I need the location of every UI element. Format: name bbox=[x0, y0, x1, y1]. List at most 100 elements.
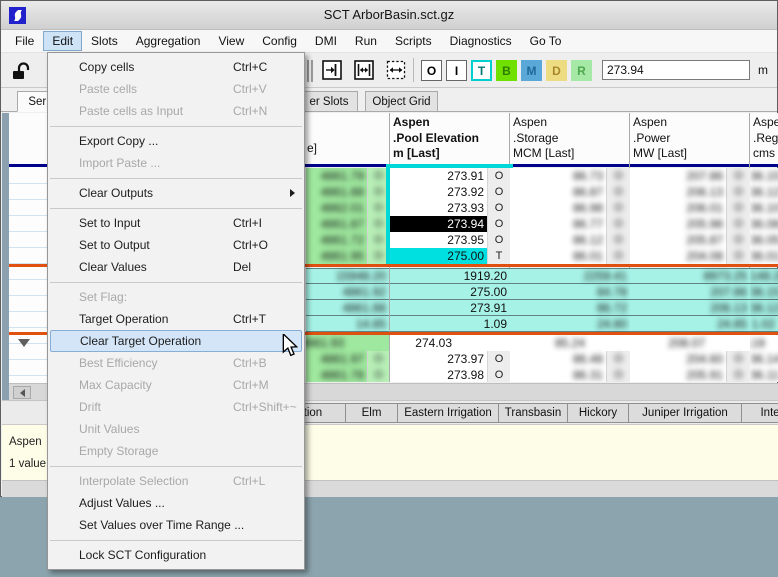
selected-value-cell[interactable]: 273.94 bbox=[390, 216, 487, 232]
scroll-left-button[interactable] bbox=[13, 386, 31, 399]
object-tab-inter[interactable]: Inter bbox=[741, 403, 778, 423]
obscured-value-cell[interactable]: 206.13 bbox=[630, 184, 726, 200]
value-cell[interactable]: 275.00 bbox=[390, 248, 487, 264]
flag-cell[interactable]: T bbox=[487, 248, 510, 264]
expand-range-button[interactable] bbox=[383, 57, 409, 83]
flag-button-r[interactable]: R bbox=[571, 60, 592, 81]
obscured-flag-cell[interactable]: O bbox=[726, 351, 750, 367]
obscured-flag-cell[interactable]: O bbox=[606, 200, 630, 216]
menu-item-copy-cells[interactable]: Copy cellsCtrl+C bbox=[48, 56, 304, 78]
obscured-flag-cell[interactable]: O bbox=[606, 184, 630, 200]
flag-button-m[interactable]: M bbox=[521, 60, 542, 81]
summary-value-cell[interactable]: 1919.20 bbox=[390, 268, 510, 284]
obscured-flag-cell[interactable]: O bbox=[726, 216, 750, 232]
lock-sct-button[interactable] bbox=[7, 57, 33, 83]
menu-item-clear-values[interactable]: Clear ValuesDel bbox=[48, 256, 304, 278]
obscured-value-cell[interactable]: 4861.79 bbox=[306, 168, 367, 184]
obscured-value-cell[interactable]: 4861.78 bbox=[306, 367, 367, 382]
obscured-value-cell[interactable]: 86.12 bbox=[510, 232, 606, 248]
menu-item-clear-target-operation[interactable]: Clear Target Operation bbox=[50, 330, 302, 352]
summary-value-cell[interactable]: 273.91 bbox=[390, 300, 510, 316]
obscured-value-cell[interactable]: 208.07 bbox=[630, 335, 750, 351]
obscured-value-cell[interactable]: 86.72 bbox=[510, 300, 630, 316]
obscured-value-cell[interactable]: 205.98 bbox=[630, 216, 726, 232]
flag-cell[interactable]: O bbox=[487, 184, 510, 200]
obscured-flag-cell[interactable]: O bbox=[726, 232, 750, 248]
obscured-value-cell[interactable]: 14.85 bbox=[306, 316, 389, 332]
obscured-flag-cell[interactable]: O bbox=[606, 367, 630, 382]
obscured-value-cell[interactable]: 36.15 bbox=[750, 168, 778, 184]
column-header-regulated[interactable]: Aspen .Regu cms [ bbox=[753, 115, 778, 163]
obscured-value-cell[interactable]: 36.11 bbox=[750, 367, 778, 382]
obscured-value-cell[interactable]: 207.86 bbox=[630, 168, 726, 184]
obscured-value-cell[interactable]: 36.01 bbox=[750, 248, 778, 264]
obscured-value-cell[interactable]: 8973.25 bbox=[630, 268, 750, 284]
obscured-value-cell[interactable]: 86.01 bbox=[510, 248, 606, 264]
obscured-value-cell[interactable]: 36.08 bbox=[750, 216, 778, 232]
obscured-flag-cell[interactable]: O bbox=[606, 232, 630, 248]
obscured-value-cell[interactable]: 86.48 bbox=[510, 351, 606, 367]
obscured-value-cell[interactable]: 2259.41 bbox=[510, 268, 630, 284]
obscured-value-cell[interactable]: 204.08 bbox=[630, 248, 726, 264]
obscured-value-cell[interactable]: 207.86 bbox=[630, 284, 750, 300]
menu-item-adjust-values[interactable]: Adjust Values ... bbox=[48, 492, 304, 514]
flag-button-i[interactable]: I bbox=[446, 60, 467, 81]
obscured-value-cell[interactable]: 36.12 bbox=[750, 300, 778, 316]
object-tab-juniper-irrigation[interactable]: Juniper Irrigation bbox=[628, 403, 742, 423]
obscured-flag-cell[interactable]: O bbox=[367, 367, 389, 382]
menu-item-lock-sct-configuration[interactable]: Lock SCT Configuration bbox=[48, 544, 304, 566]
obscured-value-cell[interactable]: 24.80 bbox=[510, 316, 630, 332]
obscured-value-cell[interactable]: 36.10 bbox=[750, 200, 778, 216]
obscured-value-cell[interactable]: 206.13 bbox=[630, 300, 750, 316]
cell-value-input[interactable] bbox=[602, 60, 750, 80]
obscured-value-cell[interactable]: 4861.88 bbox=[306, 300, 389, 316]
fit-column-width-button[interactable] bbox=[351, 57, 377, 83]
obscured-value-cell[interactable]: 4861.95 bbox=[306, 248, 367, 264]
obscured-value-cell[interactable]: 86.87 bbox=[510, 184, 606, 200]
menubar-item-file[interactable]: File bbox=[6, 31, 43, 51]
obscured-value-cell[interactable]: 85.24 bbox=[510, 335, 630, 351]
value-cell[interactable]: 273.98 bbox=[390, 367, 487, 382]
value-cell[interactable]: 274.03 bbox=[390, 335, 510, 351]
obscured-value-cell[interactable]: 15948.20 bbox=[306, 268, 389, 284]
menubar-item-diagnostics[interactable]: Diagnostics bbox=[441, 31, 521, 51]
flag-cell[interactable]: O bbox=[487, 367, 510, 382]
obscured-flag-cell[interactable]: O bbox=[606, 351, 630, 367]
obscured-flag-cell[interactable]: O bbox=[726, 367, 750, 382]
obscured-flag-cell[interactable]: O bbox=[726, 168, 750, 184]
object-tab-hickory[interactable]: Hickory bbox=[567, 403, 629, 423]
obscured-value-cell[interactable]: 86.98 bbox=[510, 200, 606, 216]
menubar-item-scripts[interactable]: Scripts bbox=[386, 31, 441, 51]
column-header-storage[interactable]: Aspen .Storage MCM [Last] bbox=[513, 115, 629, 163]
menu-item-set-to-output[interactable]: Set to OutputCtrl+O bbox=[48, 234, 304, 256]
obscured-value-cell[interactable]: 86.31 bbox=[510, 367, 606, 382]
menu-item-set-values-over-time-range[interactable]: Set Values over Time Range ... bbox=[48, 514, 304, 536]
obscured-value-cell[interactable]: 36.15 bbox=[750, 284, 778, 300]
obscured-value-cell[interactable]: 36.05 bbox=[750, 232, 778, 248]
obscured-value-cell[interactable]: 36.12 bbox=[750, 184, 778, 200]
obscured-value-cell[interactable]: 36.14 bbox=[750, 351, 778, 367]
obscured-value-cell[interactable]: 4861.72 bbox=[306, 232, 367, 248]
obscured-flag-cell[interactable]: O bbox=[606, 216, 630, 232]
flag-button-d[interactable]: D bbox=[546, 60, 567, 81]
column-header-pool-elevation[interactable]: Aspen .Pool Elevation m [Last] bbox=[393, 115, 509, 163]
value-cell[interactable]: 273.95 bbox=[390, 232, 487, 248]
obscured-value-cell[interactable]: 84.78 bbox=[510, 284, 630, 300]
flag-cell[interactable]: O bbox=[487, 351, 510, 367]
flag-cell[interactable]: O bbox=[487, 216, 510, 232]
object-tab-elm[interactable]: Elm bbox=[345, 403, 398, 423]
obscured-value-cell[interactable]: 36.18 bbox=[750, 335, 778, 351]
obscured-flag-cell[interactable]: O bbox=[367, 351, 389, 367]
obscured-flag-cell[interactable]: O bbox=[606, 248, 630, 264]
value-cell[interactable]: 273.93 bbox=[390, 200, 487, 216]
flag-cell[interactable]: O bbox=[487, 232, 510, 248]
menu-item-clear-outputs[interactable]: Clear Outputs bbox=[48, 182, 304, 204]
flag-cell[interactable]: O bbox=[487, 200, 510, 216]
object-tab-eastern-irrigation[interactable]: Eastern Irrigation bbox=[397, 403, 499, 423]
obscured-value-cell[interactable]: 205.87 bbox=[630, 232, 726, 248]
obscured-flag-cell[interactable]: O bbox=[726, 248, 750, 264]
obscured-value-cell[interactable]: 148.20 bbox=[750, 268, 778, 284]
menubar-item-edit[interactable]: Edit bbox=[43, 31, 82, 51]
menu-item-set-to-input[interactable]: Set to InputCtrl+I bbox=[48, 212, 304, 234]
flag-button-b[interactable]: B bbox=[496, 60, 517, 81]
